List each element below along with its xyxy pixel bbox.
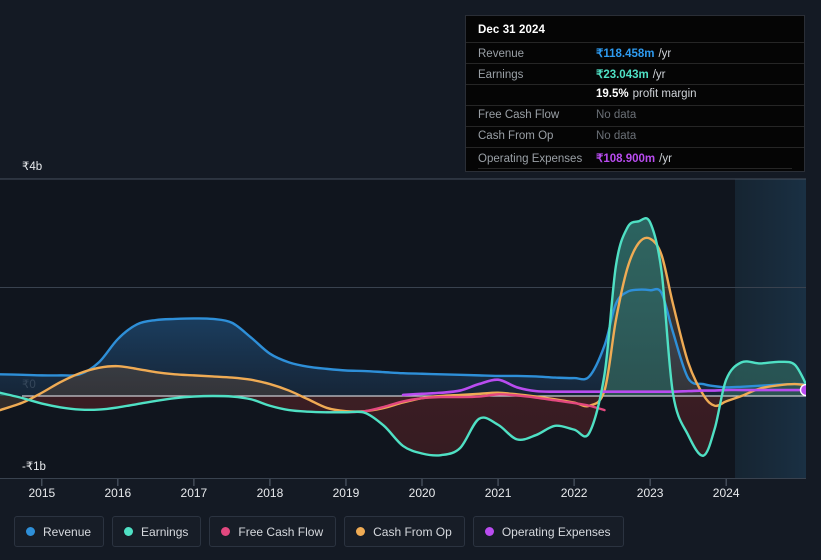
legend-label: Earnings xyxy=(141,524,189,539)
tooltip-row-label: Free Cash Flow xyxy=(478,109,560,121)
tooltip-row: Operating Expenses ₹108.900m/yr xyxy=(466,147,804,168)
tooltip-date: Dec 31 2024 xyxy=(478,24,545,36)
legend-item-free-cash-flow[interactable]: Free Cash Flow xyxy=(209,516,337,547)
tooltip-row-value: ₹108.900m xyxy=(596,153,656,165)
x-axis: 2015 2016 2017 2018 2019 2020 2021 2022 2023 2024 xyxy=(28,479,740,500)
x-axis-tick-label: 2015 xyxy=(28,486,55,500)
tooltip-row-unit: /yr xyxy=(658,48,672,60)
x-axis-tick-label: 2017 xyxy=(181,486,208,500)
tooltip-row: Cash From Op No data xyxy=(466,126,804,147)
chart-legend: Revenue Earnings Free Cash Flow Cash From O… xyxy=(14,516,624,547)
tooltip-rows: Revenue ₹118.458m/yr Earnings ₹23.043m/yr 19… xyxy=(466,42,804,168)
hover-marker-dot xyxy=(799,383,806,397)
data-tooltip: Dec 31 2024 Revenue ₹118.458m/yr Earnings ₹… xyxy=(465,15,805,172)
x-axis-tick-label: 2024 xyxy=(713,486,740,500)
legend-color-dot xyxy=(26,527,35,536)
tooltip-row: Revenue ₹118.458m/yr xyxy=(466,42,804,63)
tooltip-row: 19.5% profit margin xyxy=(466,84,804,105)
x-axis-tick-label: 2022 xyxy=(561,486,588,500)
tooltip-row-label: Cash From Op xyxy=(478,130,554,142)
tooltip-row-value: No data xyxy=(596,109,637,121)
y-tick-4b: ₹4b xyxy=(22,161,42,173)
tooltip-row-unit: profit margin xyxy=(632,88,697,100)
legend-label: Operating Expenses xyxy=(501,524,611,539)
tooltip-row-label: Earnings xyxy=(478,69,524,81)
forecast-zone xyxy=(735,179,806,479)
tooltip-row: Earnings ₹23.043m/yr xyxy=(466,63,804,84)
financial-chart-page: ₹4b ₹0 -₹1b xyxy=(0,0,821,560)
legend-label: Cash From Op xyxy=(373,524,452,539)
x-axis-tick-label: 2018 xyxy=(257,486,284,500)
tooltip-row-value: ₹118.458m xyxy=(596,48,655,60)
tooltip-row: Free Cash Flow No data xyxy=(466,105,804,126)
x-axis-tick-label: 2020 xyxy=(409,486,436,500)
tooltip-row-value: No data xyxy=(596,130,637,142)
legend-color-dot xyxy=(356,527,366,536)
tooltip-row-value: ₹23.043m xyxy=(596,69,649,81)
legend-item-earnings[interactable]: Earnings xyxy=(112,516,202,547)
legend-label: Free Cash Flow xyxy=(238,524,324,539)
tooltip-row-unit: /yr xyxy=(652,69,666,81)
legend-color-dot xyxy=(484,527,494,536)
legend-item-revenue[interactable]: Revenue xyxy=(14,516,105,547)
x-axis-tick-label: 2019 xyxy=(333,486,360,500)
x-axis-tick-label: 2021 xyxy=(485,486,512,500)
tooltip-row-label: Revenue xyxy=(478,48,525,60)
tooltip-bottom-rule xyxy=(478,168,792,169)
x-axis-tick-label: 2016 xyxy=(105,486,132,500)
legend-item-cash-from-op[interactable]: Cash From Op xyxy=(344,516,465,547)
y-tick-neg1b: -₹1b xyxy=(22,461,46,473)
tooltip-row-unit: /yr xyxy=(659,153,672,165)
legend-color-dot xyxy=(124,527,134,536)
tooltip-row-label: Operating Expenses xyxy=(478,153,583,165)
tooltip-row-value: 19.5% xyxy=(596,88,629,100)
legend-item-operating-expenses[interactable]: Operating Expenses xyxy=(472,516,624,547)
legend-color-dot xyxy=(221,527,231,536)
x-axis-tick-label: 2023 xyxy=(637,486,664,500)
legend-label: Revenue xyxy=(43,524,92,539)
